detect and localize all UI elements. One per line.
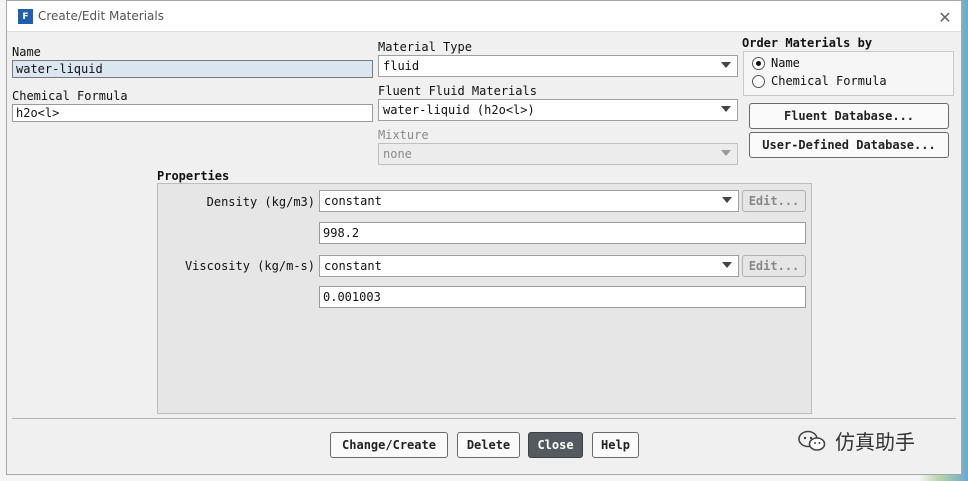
density-label: Density (kg/m3): [206, 195, 315, 209]
fluent-app-icon: F: [18, 9, 33, 24]
chemical-formula-label: Chemical Formula: [12, 89, 128, 103]
viscosity-edit-button[interactable]: Edit...: [742, 255, 806, 277]
watermark: 仿真助手: [797, 426, 915, 455]
chemical-formula-field[interactable]: h2o<l>: [12, 104, 373, 122]
order-by-name-radio[interactable]: Name: [752, 56, 800, 70]
density-method-dropdown[interactable]: constant: [319, 190, 739, 212]
order-by-chemical-formula-label: Chemical Formula: [771, 74, 887, 88]
viscosity-value-field[interactable]: 0.001003: [319, 286, 806, 308]
properties-label: Properties: [157, 169, 230, 183]
material-type-dropdown[interactable]: fluid: [378, 55, 738, 77]
footer-separator: [12, 418, 956, 419]
chevron-down-icon: [721, 106, 731, 112]
mixture-value: none: [383, 147, 412, 161]
density-value-field[interactable]: 998.2: [319, 222, 806, 244]
radio-unselected-icon: [752, 74, 765, 88]
order-by-name-label: Name: [771, 56, 800, 70]
mixture-label: Mixture: [378, 128, 429, 142]
change-create-button[interactable]: Change/Create: [330, 432, 448, 458]
viscosity-method-value: constant: [324, 259, 382, 273]
order-materials-group: Name Chemical Formula: [743, 51, 954, 96]
window-title: Create/Edit Materials: [38, 9, 164, 23]
name-label: Name: [12, 45, 41, 59]
viscosity-label: Viscosity (kg/m-s): [184, 259, 315, 273]
fluent-fluid-materials-label: Fluent Fluid Materials: [378, 84, 537, 98]
order-by-chemical-formula-radio[interactable]: Chemical Formula: [752, 74, 887, 88]
user-defined-database-button[interactable]: User-Defined Database...: [749, 132, 949, 158]
mixture-dropdown: none: [378, 143, 738, 165]
close-icon[interactable]: ✕: [935, 7, 955, 27]
name-field[interactable]: water-liquid: [12, 60, 373, 78]
density-method-value: constant: [324, 194, 382, 208]
help-button[interactable]: Help: [592, 432, 639, 458]
chevron-down-icon: [722, 197, 732, 203]
title-bar: F Create/Edit Materials ✕: [7, 1, 961, 32]
fluent-database-button[interactable]: Fluent Database...: [749, 103, 949, 129]
properties-panel: Density (kg/m3) constant Edit... 998.2 V…: [157, 183, 812, 414]
create-edit-materials-dialog: F Create/Edit Materials ✕ Name water-liq…: [6, 0, 962, 475]
watermark-text: 仿真助手: [835, 430, 915, 454]
material-type-label: Material Type: [378, 40, 472, 54]
delete-button[interactable]: Delete: [457, 432, 520, 458]
density-edit-button[interactable]: Edit...: [742, 190, 806, 212]
radio-selected-icon: [752, 56, 765, 70]
fluent-fluid-materials-dropdown[interactable]: water-liquid (h2o<l>): [378, 99, 738, 121]
chevron-down-icon: [721, 62, 731, 68]
material-type-value: fluid: [383, 59, 420, 73]
chevron-down-icon: [722, 262, 732, 268]
viscosity-method-dropdown[interactable]: constant: [319, 255, 739, 277]
fluent-fluid-materials-value: water-liquid (h2o<l>): [383, 103, 535, 117]
order-materials-by-label: Order Materials by: [742, 36, 873, 50]
close-button[interactable]: Close: [528, 432, 583, 458]
chevron-down-icon: [721, 150, 731, 156]
wechat-icon: [797, 429, 827, 453]
